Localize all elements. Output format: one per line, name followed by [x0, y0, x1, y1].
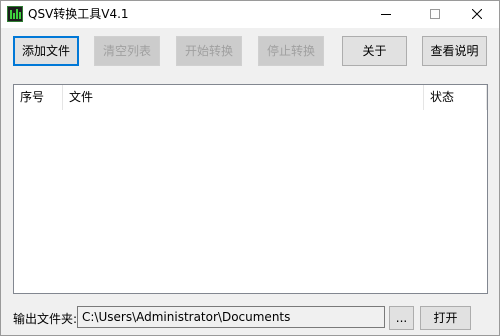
- file-list[interactable]: 序号 文件 状态: [13, 84, 488, 294]
- title-bar[interactable]: QSV转换工具V4.1: [1, 1, 499, 28]
- column-header-file[interactable]: 文件: [63, 85, 424, 110]
- file-list-header: 序号 文件 状态: [14, 85, 487, 110]
- browse-button[interactable]: ...: [389, 306, 414, 330]
- about-button[interactable]: 关于: [342, 36, 407, 66]
- app-icon: [7, 6, 23, 22]
- stop-convert-button[interactable]: 停止转换: [258, 36, 324, 66]
- output-folder-label: 输出文件夹:: [13, 312, 78, 326]
- minimize-icon: [381, 14, 391, 15]
- close-button[interactable]: [455, 1, 499, 28]
- column-header-status[interactable]: 状态: [424, 85, 487, 110]
- maximize-icon: [430, 9, 440, 19]
- add-file-button[interactable]: 添加文件: [13, 36, 79, 66]
- start-convert-button[interactable]: 开始转换: [176, 36, 242, 66]
- view-help-button[interactable]: 查看说明: [422, 36, 487, 66]
- open-folder-button[interactable]: 打开: [420, 306, 471, 330]
- close-icon: [472, 9, 482, 19]
- window-title: QSV转换工具V4.1: [28, 7, 129, 21]
- clear-list-button[interactable]: 清空列表: [94, 36, 160, 66]
- maximize-button[interactable]: [413, 1, 457, 28]
- minimize-button[interactable]: [364, 1, 408, 28]
- column-header-index[interactable]: 序号: [14, 85, 63, 110]
- output-folder-path-field[interactable]: [77, 306, 385, 328]
- main-window: QSV转换工具V4.1 添加文件 清空列表 开始转换 停止转换 关于 查看说明 …: [0, 0, 500, 336]
